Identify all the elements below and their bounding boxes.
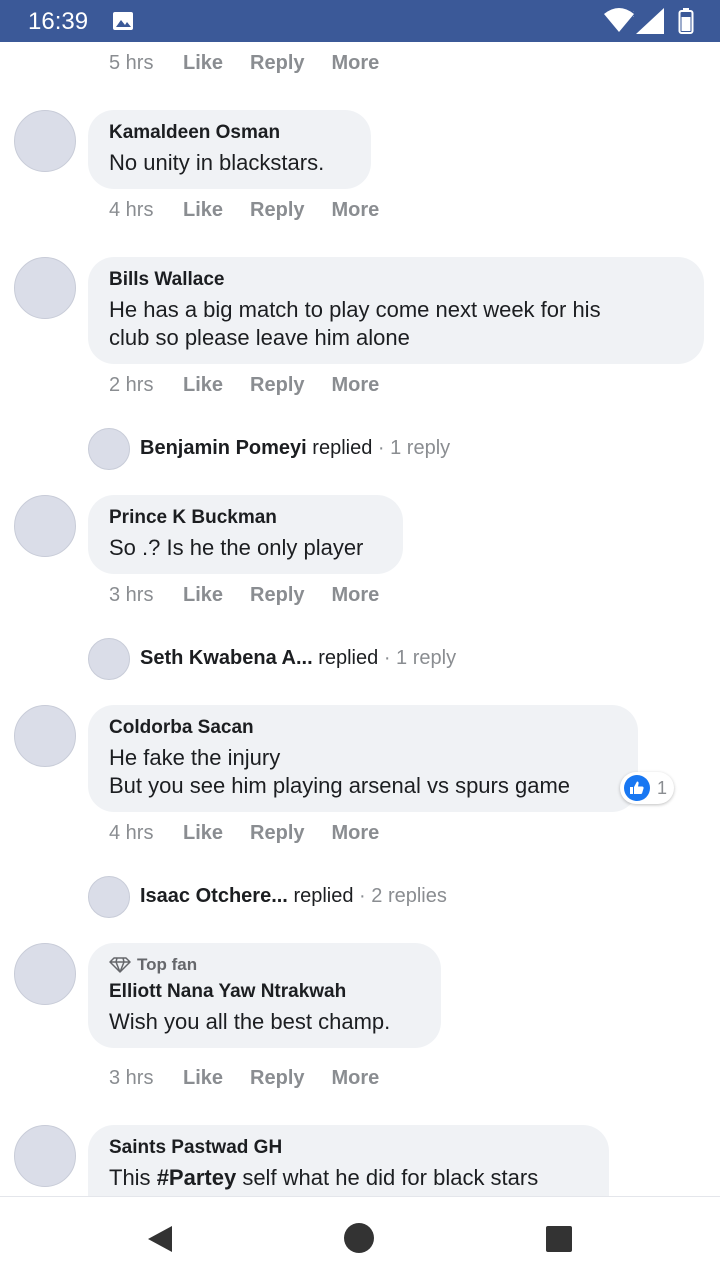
comment-text-line: He has a big match to play come next wee… (109, 297, 601, 322)
comment-bubble[interactable]: Coldorba Sacan He fake the injury But yo… (88, 705, 638, 812)
top-fan-label: Top fan (137, 955, 198, 974)
commenter-name[interactable]: Kamaldeen Osman (109, 121, 351, 145)
home-icon[interactable] (343, 1222, 375, 1259)
comment-text: So .? Is he the only player (109, 535, 364, 560)
reaction-count: 1 (657, 777, 668, 798)
more-button[interactable]: More (332, 584, 380, 607)
comment-actions: 4 hrs Like Reply More (109, 822, 406, 845)
comment-text: This #Partey self what he did for black … (109, 1164, 589, 1192)
system-nav-bar (0, 1196, 720, 1281)
like-button[interactable]: Like (183, 1067, 223, 1090)
view-replies-link[interactable]: Benjamin Pomeyi replied · 1 reply (140, 437, 450, 460)
comment-actions: 4 hrs Like Reply More (109, 199, 406, 222)
reply-button[interactable]: Reply (250, 1067, 304, 1090)
reply-count: 1 reply (396, 647, 457, 669)
reply-button[interactable]: Reply (250, 374, 304, 397)
commenter-name[interactable]: Prince K Buckman (109, 506, 383, 530)
image-icon (112, 11, 134, 36)
comment-time: 3 hrs (109, 1067, 154, 1089)
reply-count: 2 replies (371, 885, 447, 907)
reply-button[interactable]: Reply (250, 199, 304, 222)
comment-time: 4 hrs (109, 199, 154, 221)
avatar[interactable] (14, 257, 76, 319)
signal-icon (636, 8, 664, 39)
comment-bubble[interactable]: Kamaldeen Osman No unity in blackstars. (88, 110, 371, 189)
recent-apps-icon[interactable] (545, 1225, 573, 1258)
reply-avatar[interactable] (88, 638, 130, 680)
comment-text: Wish you all the best champ. (109, 1009, 391, 1034)
comment-time: 2 hrs (109, 374, 154, 396)
avatar[interactable] (14, 943, 76, 1005)
commenter-name[interactable]: Elliott Nana Yaw Ntrakwah (109, 980, 421, 1004)
reply-avatar[interactable] (88, 876, 130, 918)
replier-name: Seth Kwabena A... (140, 647, 313, 669)
like-button[interactable]: Like (183, 584, 223, 607)
more-button[interactable]: More (332, 52, 380, 75)
comment-text-line: But you see him playing arsenal vs spurs… (109, 773, 571, 798)
thumbs-up-icon (624, 775, 650, 801)
comment-bubble[interactable]: Saints Pastwad GH This #Partey self what… (88, 1125, 609, 1196)
separator: · (383, 647, 391, 669)
comment-actions: 3 hrs Like Reply More (109, 1067, 406, 1090)
replied-label: replied (293, 885, 354, 907)
like-button[interactable]: Like (183, 52, 223, 75)
back-icon[interactable] (146, 1224, 174, 1259)
status-time: 16:39 (28, 8, 89, 35)
reply-count: 1 reply (390, 437, 451, 459)
comment-actions: 2 hrs Like Reply More (109, 374, 406, 397)
comments-feed[interactable]: 5 hrs Like Reply More Kamaldeen Osman No… (0, 42, 720, 1196)
hashtag-link[interactable]: #Partey (157, 1165, 237, 1190)
comment-actions: 3 hrs Like Reply More (109, 584, 406, 607)
avatar[interactable] (14, 495, 76, 557)
reply-button[interactable]: Reply (250, 52, 304, 75)
replied-label: replied (312, 437, 373, 459)
replier-name: Benjamin Pomeyi (140, 437, 307, 459)
battery-icon (678, 8, 694, 39)
comment-text: He has a big match to play come next wee… (109, 296, 684, 352)
reaction-summary[interactable]: 1 (620, 772, 674, 804)
comment-time: 4 hrs (109, 822, 154, 844)
comment-text-segment: This (109, 1165, 157, 1190)
separator: · (377, 437, 385, 459)
more-button[interactable]: More (332, 374, 380, 397)
reply-button[interactable]: Reply (250, 822, 304, 845)
comment-text-segment: self what he did for black stars (236, 1165, 539, 1190)
commenter-name[interactable]: Saints Pastwad GH (109, 1136, 589, 1160)
comment-bubble[interactable]: Top fan Elliott Nana Yaw Ntrakwah Wish y… (88, 943, 441, 1048)
avatar[interactable] (14, 705, 76, 767)
view-replies-link[interactable]: Seth Kwabena A... replied · 1 reply (140, 647, 456, 670)
comment-text: No unity in blackstars. (109, 150, 325, 175)
commenter-name[interactable]: Coldorba Sacan (109, 716, 618, 740)
status-bar: 16:39 x (0, 0, 720, 42)
comment-bubble[interactable]: Prince K Buckman So .? Is he the only pl… (88, 495, 403, 574)
top-fan-badge: Top fan (109, 954, 421, 976)
comment-text-line: club so please leave him alone (109, 325, 410, 350)
avatar[interactable] (14, 110, 76, 172)
comment-bubble[interactable]: Bills Wallace He has a big match to play… (88, 257, 704, 364)
wifi-icon: x (604, 7, 640, 37)
svg-text:x: x (633, 8, 634, 20)
comment-time: 5 hrs (109, 52, 154, 74)
more-button[interactable]: More (332, 199, 380, 222)
more-button[interactable]: More (332, 1067, 380, 1090)
like-button[interactable]: Like (183, 374, 223, 397)
comment-actions: 5 hrs Like Reply More (109, 52, 406, 75)
commenter-name[interactable]: Bills Wallace (109, 268, 684, 292)
like-button[interactable]: Like (183, 822, 223, 845)
view-replies-link[interactable]: Isaac Otchere... replied · 2 replies (140, 885, 447, 908)
reply-button[interactable]: Reply (250, 584, 304, 607)
like-button[interactable]: Like (183, 199, 223, 222)
reply-avatar[interactable] (88, 428, 130, 470)
comment-text: He fake the injury But you see him playi… (109, 744, 618, 800)
diamond-icon (109, 957, 131, 973)
replied-label: replied (318, 647, 379, 669)
comment-time: 3 hrs (109, 584, 154, 606)
comment-text-line: He fake the injury (109, 745, 281, 770)
avatar[interactable] (14, 1125, 76, 1187)
replier-name: Isaac Otchere... (140, 885, 288, 907)
more-button[interactable]: More (332, 822, 380, 845)
separator: · (359, 885, 366, 907)
